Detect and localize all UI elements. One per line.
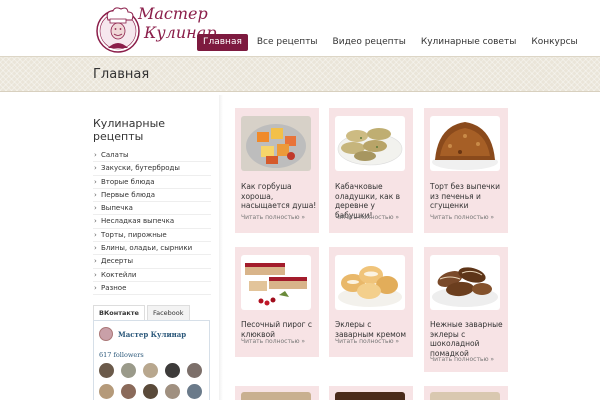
category-item[interactable]: › Блины, оладьи, сырники xyxy=(93,242,211,256)
category-item[interactable]: › Салаты xyxy=(93,149,211,163)
read-more-link[interactable]: Читать полностью » xyxy=(430,214,494,221)
category-item[interactable]: › Торты, пирожные xyxy=(93,229,211,243)
avatar[interactable] xyxy=(99,384,114,399)
category-label: Несладкая выпечка xyxy=(101,217,175,226)
category-item[interactable]: › Десерты xyxy=(93,255,211,269)
recipe-title[interactable]: Как горбуша хороша, насыщается душа! xyxy=(241,182,317,211)
recipe-title[interactable]: Нежные заварные эклеры с шоколадной пома… xyxy=(430,320,506,358)
recipe-photo[interactable] xyxy=(335,392,405,400)
recipe-title[interactable]: Эклеры с заварным кремом xyxy=(335,320,411,339)
follower-avatars xyxy=(99,363,209,399)
nav-item-contests[interactable]: Конкурсы xyxy=(525,34,583,51)
group-name[interactable]: Мастер Кулинар xyxy=(118,330,186,339)
category-label: Торты, пирожные xyxy=(101,230,167,239)
recipe-photo[interactable] xyxy=(241,255,311,310)
chevron-right-icon: › xyxy=(94,177,97,186)
sidebar: Кулинарные рецепты › Салаты › Закуски, бут… xyxy=(93,117,211,296)
avatar[interactable] xyxy=(165,384,180,399)
read-more-link[interactable]: Читать полностью » xyxy=(335,338,399,345)
chevron-right-icon: › xyxy=(94,283,97,292)
recipe-title[interactable]: Песочный пирог с клюквой xyxy=(241,320,317,339)
recipe-card[interactable] xyxy=(424,386,508,400)
category-item[interactable]: › Разное xyxy=(93,282,211,296)
chevron-right-icon: › xyxy=(94,204,97,213)
avatar[interactable] xyxy=(187,363,202,378)
chevron-right-icon: › xyxy=(94,270,97,279)
category-label: Закуски, бутерброды xyxy=(101,164,180,173)
category-label: Салаты xyxy=(101,151,129,159)
read-more-link[interactable]: Читать полностью » xyxy=(241,214,305,221)
category-label: Десерты xyxy=(101,257,133,266)
recipe-photo[interactable] xyxy=(430,255,500,310)
recipe-card[interactable] xyxy=(235,386,319,400)
category-item[interactable]: › Закуски, бутерброды xyxy=(93,162,211,176)
sidebar-title: Кулинарные рецепты xyxy=(93,117,166,143)
recipe-card[interactable]: Торт без выпечки из печенья и сгущенки Ч… xyxy=(424,108,508,233)
nav-item-video-recipes[interactable]: Видео рецепты xyxy=(327,34,412,51)
page-title-band: Главная xyxy=(0,56,600,92)
chevron-right-icon: › xyxy=(94,151,97,159)
nav-item-all-recipes[interactable]: Все рецепты xyxy=(251,34,324,51)
avatar[interactable] xyxy=(165,363,180,378)
avatar[interactable] xyxy=(99,363,114,378)
category-label: Вторые блюда xyxy=(101,177,155,186)
followers-count[interactable]: 617 followers xyxy=(99,351,144,359)
site-header: Мастер Кулинар Главная Все рецепты Видео… xyxy=(0,0,600,56)
recipe-card[interactable]: Эклеры с заварным кремом Читать полность… xyxy=(329,247,413,357)
read-more-link[interactable]: Читать полностью » xyxy=(241,338,305,345)
chevron-right-icon: › xyxy=(94,230,97,239)
avatar[interactable] xyxy=(121,363,136,378)
category-item[interactable]: › Несладкая выпечка xyxy=(93,215,211,229)
avatar[interactable] xyxy=(121,384,136,399)
group-avatar[interactable] xyxy=(99,327,113,341)
nav-item-home[interactable]: Главная xyxy=(197,34,248,51)
main-nav: Главная Все рецепты Видео рецепты Кулина… xyxy=(197,34,587,51)
category-item[interactable]: › Коктейли xyxy=(93,269,211,282)
category-label: Выпечка xyxy=(101,204,133,213)
vk-widget: Мастер Кулинар 617 followers xyxy=(93,320,210,400)
chevron-right-icon: › xyxy=(94,244,97,253)
category-item[interactable]: › Первые блюда xyxy=(93,189,211,203)
recipe-photo[interactable] xyxy=(430,116,500,171)
read-more-link[interactable]: Читать полностью » xyxy=(335,214,399,221)
recipe-card[interactable]: Как горбуша хороша, насыщается душа! Чит… xyxy=(235,108,319,233)
recipe-photo[interactable] xyxy=(241,392,311,400)
recipe-photo[interactable] xyxy=(430,392,500,400)
avatar[interactable] xyxy=(143,384,158,399)
tab-facebook[interactable]: Facebook xyxy=(146,305,190,321)
site-name-line1: Мастер xyxy=(138,4,208,23)
recipe-photo[interactable] xyxy=(335,116,405,171)
category-label: Первые блюда xyxy=(101,190,156,199)
chevron-right-icon: › xyxy=(94,257,97,266)
read-more-link[interactable]: Читать полностью » xyxy=(430,356,494,363)
recipe-card[interactable]: Нежные заварные эклеры с шоколадной пома… xyxy=(424,247,508,372)
category-list: › Салаты › Закуски, бутерброды › Вторые блю… xyxy=(93,149,211,296)
chevron-right-icon: › xyxy=(94,217,97,226)
chevron-right-icon: › xyxy=(94,164,97,173)
avatar[interactable] xyxy=(187,384,202,399)
recipe-card[interactable]: Кабачковые оладушки, как в деревне у баб… xyxy=(329,108,413,233)
category-item[interactable]: › Выпечка xyxy=(93,202,211,216)
category-label: Разное xyxy=(101,283,127,292)
recipe-title[interactable]: Торт без выпечки из печенья и сгущенки xyxy=(430,182,506,211)
category-item[interactable]: › Вторые блюда xyxy=(93,176,211,189)
tab-vkontakte[interactable]: ВКонтакте xyxy=(93,305,145,321)
recipe-photo[interactable] xyxy=(241,116,311,171)
recipe-card[interactable] xyxy=(329,386,413,400)
recipe-photo[interactable] xyxy=(335,255,405,310)
social-tabs: ВКонтакте Facebook xyxy=(93,305,192,321)
recipe-card[interactable]: Песочный пирог с клюквой Читать полность… xyxy=(235,247,319,357)
nav-item-cooking-tips[interactable]: Кулинарные советы xyxy=(415,34,522,51)
category-label: Блины, оладьи, сырники xyxy=(101,244,193,253)
page-title: Главная xyxy=(93,67,150,82)
category-label: Коктейли xyxy=(101,270,137,279)
column-divider xyxy=(219,95,223,400)
avatar[interactable] xyxy=(143,363,158,378)
chevron-right-icon: › xyxy=(94,190,97,199)
